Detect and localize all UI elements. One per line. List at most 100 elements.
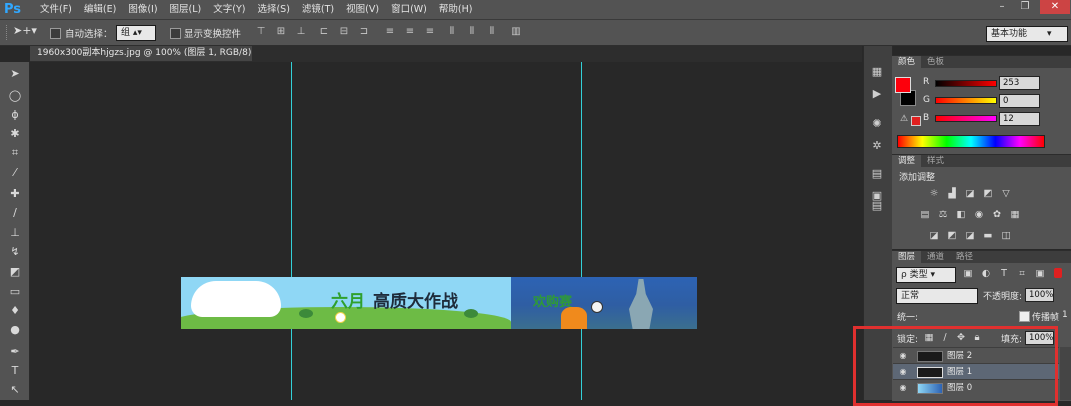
minimize-button[interactable]: – <box>991 0 1013 14</box>
auto-align-icon[interactable]: ▥ <box>510 26 522 38</box>
move-tool-icon[interactable]: ➤ <box>6 66 24 82</box>
tab-layers[interactable]: 图层 <box>892 251 922 263</box>
info-panel-icon[interactable]: ▤ <box>868 166 886 182</box>
distribute-right-icon[interactable]: ⦀ <box>486 26 498 38</box>
crop-tool-icon[interactable]: ⌗ <box>6 145 24 161</box>
paragraph-panel-icon[interactable]: ▤ <box>868 198 886 214</box>
dodge-tool-icon[interactable]: ● <box>6 322 24 338</box>
tab-adjustments[interactable]: 调整 <box>892 155 922 167</box>
history-panel-icon[interactable]: ▦ <box>868 64 886 80</box>
clone-stamp-tool-icon[interactable]: ⊥ <box>6 225 24 241</box>
brush-presets-panel-icon[interactable]: ✺ <box>868 116 886 132</box>
layer-filter-dropdown[interactable]: ρ 类型 ▾ <box>896 267 956 283</box>
curves-adjust-icon[interactable]: ◪ <box>964 188 976 199</box>
gradient-tool-icon[interactable]: ▭ <box>6 284 24 300</box>
path-select-tool-icon[interactable]: ↖ <box>6 382 24 398</box>
blue-slider[interactable] <box>935 115 997 122</box>
filter-toggle-icon[interactable] <box>1054 268 1062 278</box>
restore-button[interactable]: ❐ <box>1014 0 1036 14</box>
menu-window[interactable]: 窗口(W) <box>385 0 433 19</box>
menu-select[interactable]: 选择(S) <box>251 0 295 19</box>
align-left-icon[interactable]: ⊏ <box>318 26 330 38</box>
blue-value-input[interactable]: 12 <box>999 112 1040 126</box>
propagate-frame-checkbox[interactable] <box>1019 311 1030 325</box>
color-balance-adjust-icon[interactable]: ⚖ <box>937 209 949 220</box>
healing-brush-tool-icon[interactable]: ✚ <box>6 186 24 202</box>
foreground-color-swatch[interactable] <box>895 77 911 93</box>
tab-color[interactable]: 颜色 <box>892 56 922 68</box>
menu-filter[interactable]: 滤镜(T) <box>296 0 340 19</box>
brush-tool-icon[interactable]: ∕ <box>6 205 24 221</box>
align-vcenter-icon[interactable]: ⊞ <box>275 26 287 38</box>
blur-tool-icon[interactable]: ♦ <box>6 303 24 319</box>
vertical-guide-left[interactable] <box>291 62 292 400</box>
filter-pixel-icon[interactable]: ▣ <box>962 268 974 279</box>
invert-adjust-icon[interactable]: ◪ <box>928 230 940 241</box>
align-right-icon[interactable]: ⊐ <box>358 26 370 38</box>
type-tool-icon[interactable]: T <box>6 363 24 379</box>
distribute-top-icon[interactable]: ≡ <box>384 26 396 38</box>
distribute-bottom-icon[interactable]: ≡ <box>424 26 436 38</box>
filter-adjustment-icon[interactable]: ◐ <box>980 268 992 279</box>
vibrance-adjust-icon[interactable]: ▽ <box>1000 188 1012 199</box>
auto-select-dropdown[interactable]: 组 ▴▾ <box>116 25 156 41</box>
red-slider[interactable] <box>935 80 997 87</box>
filter-smart-object-icon[interactable]: ▣ <box>1034 268 1046 279</box>
selective-color-adjust-icon[interactable]: ▬ <box>982 230 994 241</box>
align-top-icon[interactable]: ⊤ <box>255 26 267 38</box>
color-lookup-adjust-icon[interactable]: ▦ <box>1009 209 1021 220</box>
auto-select-checkbox[interactable] <box>50 28 61 42</box>
menu-image[interactable]: 图像(I) <box>122 0 163 19</box>
pen-tool-icon[interactable]: ✒ <box>6 344 24 360</box>
brightness-adjust-icon[interactable]: ☼ <box>928 188 940 199</box>
move-tool-preset-icon[interactable]: ➤+▾ <box>13 24 37 37</box>
tab-swatches[interactable]: 色板 <box>921 56 950 68</box>
opacity-input[interactable]: 100% <box>1025 288 1054 302</box>
vertical-guide-right[interactable] <box>581 62 582 400</box>
lasso-tool-icon[interactable]: ϕ <box>6 107 24 123</box>
posterize-adjust-icon[interactable]: ◩ <box>946 230 958 241</box>
menu-type[interactable]: 文字(Y) <box>207 0 251 19</box>
close-window-button[interactable]: ✕ <box>1040 0 1070 14</box>
marquee-tool-icon[interactable]: ◯ <box>6 88 24 104</box>
show-transform-checkbox[interactable] <box>170 28 181 42</box>
exposure-adjust-icon[interactable]: ◩ <box>982 188 994 199</box>
eyedropper-tool-icon[interactable]: ⁄ <box>6 165 24 181</box>
menu-view[interactable]: 视图(V) <box>340 0 385 19</box>
green-value-input[interactable]: 0 <box>999 94 1040 108</box>
document-tab[interactable]: 1960x300副本hjgzs.jpg @ 100% (图层 1, RGB/8)… <box>30 46 252 73</box>
clone-source-panel-icon[interactable]: ✲ <box>868 138 886 154</box>
color-spectrum-bar[interactable] <box>897 135 1045 148</box>
quick-select-tool-icon[interactable]: ✱ <box>6 126 24 142</box>
tab-channels[interactable]: 通道 <box>921 251 950 263</box>
filter-type-icon[interactable]: T <box>998 268 1010 279</box>
actions-panel-icon[interactable]: ▶ <box>868 86 886 102</box>
levels-adjust-icon[interactable]: ▟ <box>946 188 958 199</box>
align-bottom-icon[interactable]: ⊥ <box>295 26 307 38</box>
tab-paths[interactable]: 路径 <box>950 251 979 263</box>
tab-styles[interactable]: 样式 <box>921 155 950 167</box>
filter-shape-icon[interactable]: ⌗ <box>1016 268 1028 279</box>
photo-filter-adjust-icon[interactable]: ◉ <box>973 209 985 220</box>
align-hcenter-icon[interactable]: ⊟ <box>338 26 350 38</box>
menu-edit[interactable]: 编辑(E) <box>78 0 122 19</box>
blend-mode-dropdown[interactable]: 正常 <box>896 288 978 304</box>
threshold-adjust-icon[interactable]: ◪ <box>964 230 976 241</box>
distribute-left-icon[interactable]: ⦀ <box>446 26 458 38</box>
green-slider[interactable] <box>935 97 997 104</box>
channel-mixer-adjust-icon[interactable]: ✿ <box>991 209 1003 220</box>
hue-saturation-adjust-icon[interactable]: ▤ <box>919 209 931 220</box>
gamut-color-swatch[interactable] <box>911 116 921 126</box>
menu-help[interactable]: 帮助(H) <box>433 0 479 19</box>
eraser-tool-icon[interactable]: ◩ <box>6 264 24 280</box>
layers-scrollbar[interactable] <box>1060 347 1071 400</box>
workspace-dropdown[interactable]: 基本功能 ▾ <box>986 26 1068 42</box>
document-canvas[interactable] <box>30 62 862 400</box>
red-value-input[interactable]: 253 <box>999 76 1040 90</box>
distribute-vcenter-icon[interactable]: ≡ <box>404 26 416 38</box>
gradient-map-adjust-icon[interactable]: ◫ <box>1000 230 1012 241</box>
black-white-adjust-icon[interactable]: ◧ <box>955 209 967 220</box>
distribute-hcenter-icon[interactable]: ⦀ <box>466 26 478 38</box>
menu-file[interactable]: 文件(F) <box>34 0 78 19</box>
menu-layer[interactable]: 图层(L) <box>164 0 208 19</box>
